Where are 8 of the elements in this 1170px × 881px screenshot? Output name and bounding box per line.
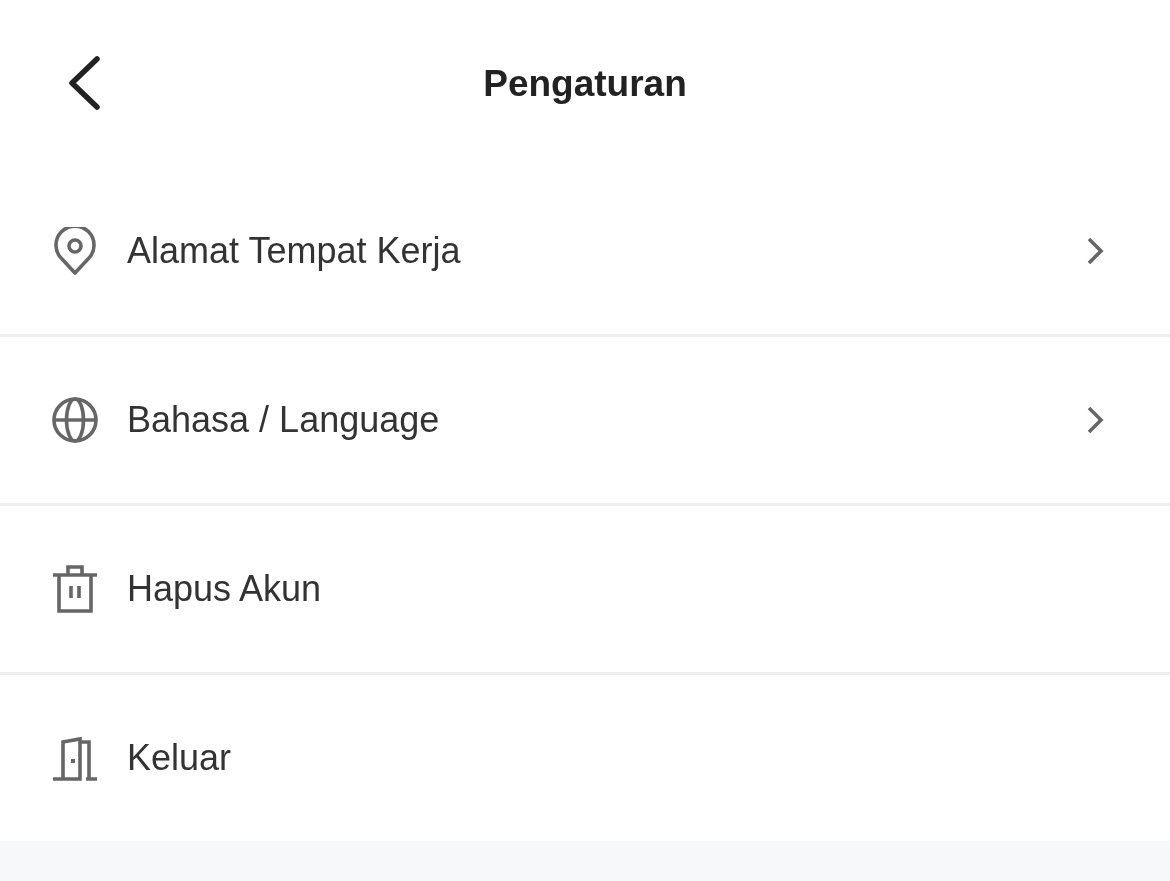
door-icon bbox=[52, 735, 98, 781]
back-button[interactable] bbox=[67, 55, 101, 111]
chevron-right-icon bbox=[1086, 236, 1104, 266]
location-pin-icon bbox=[52, 227, 98, 275]
trash-icon bbox=[52, 565, 98, 613]
chevron-right-icon bbox=[1086, 405, 1104, 435]
page-title: Pengaturan bbox=[483, 63, 687, 105]
globe-icon bbox=[52, 397, 98, 443]
